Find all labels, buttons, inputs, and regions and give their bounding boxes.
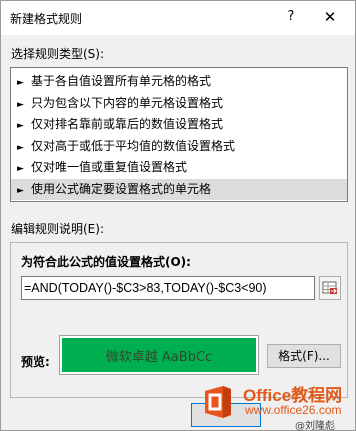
arrow-icon: ► [17, 78, 24, 88]
format-button[interactable]: 格式(F)... [267, 344, 341, 368]
rule-type-item[interactable]: ► 仅对高于或低于平均值的数值设置格式 [11, 136, 347, 158]
range-select-icon [322, 281, 337, 294]
office-logo-icon [205, 386, 231, 418]
rule-type-list[interactable]: ► 基于各自值设置所有单元格的格式 ► 只为包含以下内容的单元格设置格式 ► 仅对排名… [10, 67, 348, 202]
rule-type-item[interactable]: ► 只为包含以下内容的单元格设置格式 [11, 93, 347, 115]
rule-type-item[interactable]: ► 仅对排名靠前或靠后的数值设置格式 [11, 114, 347, 136]
formula-input[interactable] [21, 276, 315, 300]
arrow-icon: ► [17, 164, 24, 174]
rule-type-item-label: 只为包含以下内容的单元格设置格式 [31, 95, 224, 110]
arrow-icon: ► [17, 99, 24, 110]
arrow-icon: ► [17, 142, 24, 153]
rule-type-item[interactable]: ► 仅对唯一值或重复值设置格式 [11, 157, 347, 179]
preview-fill: 微软卓越 AaBbCc [62, 338, 256, 372]
rule-type-item-label: 基于各自值设置所有单元格的格式 [31, 74, 212, 88]
format-preview: 微软卓越 AaBbCc [59, 335, 259, 375]
close-button[interactable]: ✕ [319, 6, 341, 28]
range-select-button[interactable] [319, 276, 341, 300]
rule-type-item-label: 仅对排名靠前或靠后的数值设置格式 [31, 117, 224, 131]
watermark-url: www.office26.com [245, 403, 342, 417]
rule-type-item-selected[interactable]: ► 使用公式确定要设置格式的单元格 [11, 178, 347, 200]
dialog-title: 新建格式规则 [10, 12, 83, 26]
watermark-credit: @刘隆彪 [295, 421, 335, 431]
rule-type-label: 选择规则类型(S): [11, 47, 105, 61]
formula-label: 为符合此公式的值设置格式(O): [21, 255, 191, 269]
new-format-rule-dialog: 新建格式规则 ? ✕ 选择规则类型(S): ► 基于各自值设置所有单元格的格式 ►… [0, 0, 356, 431]
rule-type-item-label: 仅对唯一值或重复值设置格式 [31, 160, 188, 174]
rule-type-item-label: 仅对高于或低于平均值的数值设置格式 [31, 138, 236, 153]
rule-type-item-label: 使用公式确定要设置格式的单元格 [31, 181, 212, 196]
preview-text: 微软卓越 AaBbCc [105, 349, 213, 365]
title-bar: 新建格式规则 ? ✕ [1, 1, 355, 35]
rule-description-label: 编辑规则说明(E): [11, 222, 104, 236]
arrow-icon: ► [17, 121, 24, 131]
rule-type-item[interactable]: ► 基于各自值设置所有单元格的格式 [11, 71, 347, 93]
help-button[interactable]: ? [281, 6, 301, 28]
rule-description-panel: 为符合此公式的值设置格式(O): 预览: 微软卓越 AaBbCc 格式(F)..… [10, 242, 348, 398]
arrow-icon: ► [17, 185, 24, 196]
watermark: Office教程网 www.office26.com @刘隆彪 [199, 379, 355, 431]
preview-label: 预览: [21, 355, 50, 369]
